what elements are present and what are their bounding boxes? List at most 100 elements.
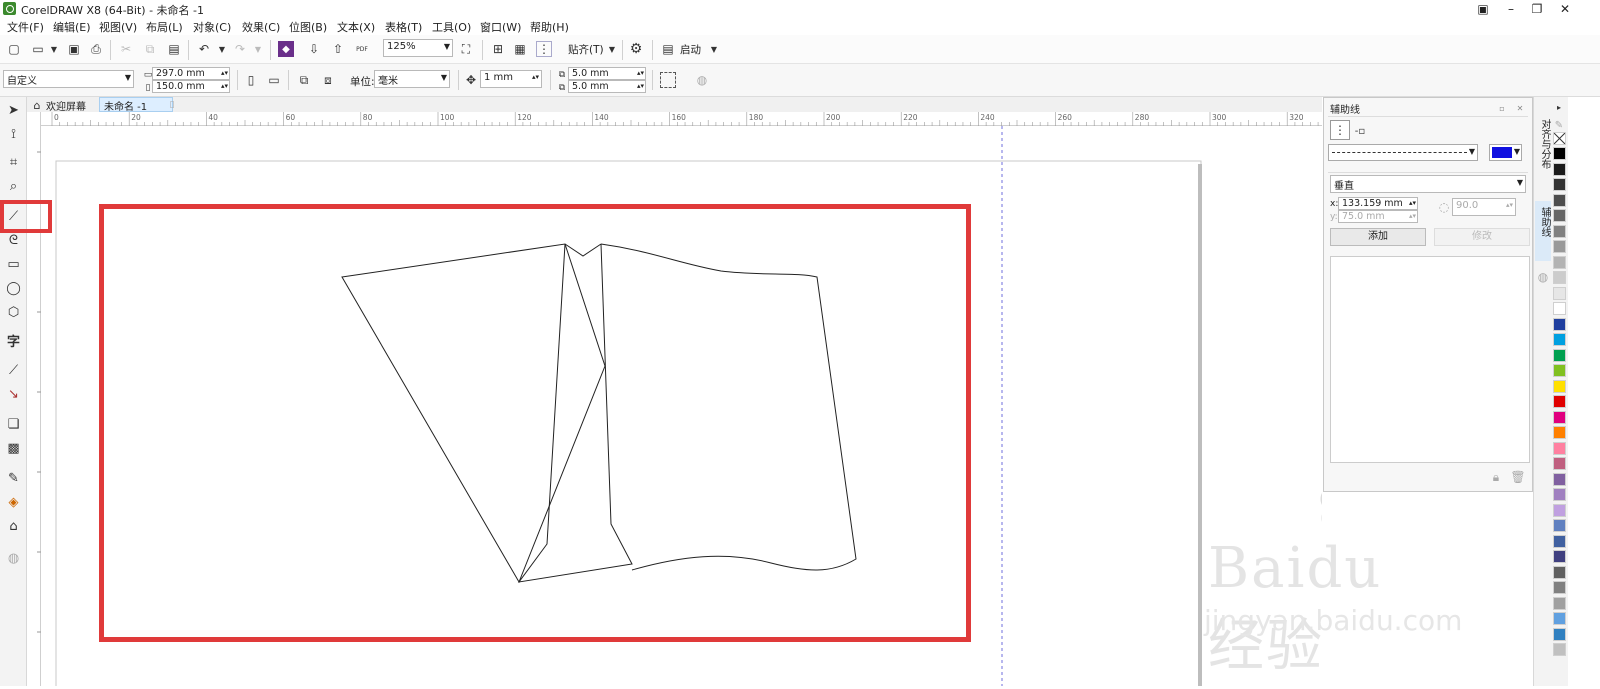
tab-welcome-screen[interactable]: 欢迎屏幕	[46, 98, 86, 113]
color-swatch[interactable]	[1553, 410, 1566, 424]
close-button[interactable]: ✕	[1552, 0, 1578, 18]
drawing-canvas[interactable]: Baidu经验 jingyan.baidu.com	[41, 126, 1462, 689]
portrait-icon[interactable]: ▯	[243, 72, 259, 88]
landscape-icon[interactable]: ▭	[266, 72, 282, 88]
color-swatch[interactable]	[1553, 503, 1566, 517]
color-swatch[interactable]	[1553, 255, 1566, 269]
text-tool-icon[interactable]: 字	[4, 331, 23, 350]
color-swatch[interactable]	[1553, 534, 1566, 548]
guide-angle-field[interactable]: 90.0 ▴▾	[1452, 198, 1516, 216]
guide-y-field[interactable]: 75.0 mm ▴▾	[1338, 210, 1418, 223]
transparency-icon[interactable]: ▩	[4, 439, 23, 458]
launch-label[interactable]: 启动	[680, 42, 701, 57]
current-page-icon[interactable]: ⧈	[320, 72, 336, 88]
color-swatch[interactable]	[1553, 193, 1566, 207]
snap-dropdown-icon[interactable]: ▼	[604, 41, 620, 57]
publish-pdf-icon[interactable]: PDF	[354, 41, 370, 57]
color-swatch[interactable]	[1553, 224, 1566, 238]
duplicate-distance-x-field[interactable]: 5.0 mm ▴▾	[568, 67, 646, 80]
color-swatch[interactable]	[1553, 581, 1566, 594]
color-swatch[interactable]	[1553, 472, 1566, 486]
line-style-combo[interactable]: ▼	[1328, 144, 1478, 161]
launch-dropdown-icon[interactable]: ▼	[706, 41, 722, 57]
color-swatch[interactable]	[1553, 364, 1566, 377]
color-swatch[interactable]	[1553, 627, 1566, 641]
menu-tools[interactable]: 工具(O)	[432, 19, 471, 35]
treat-as-filled-icon[interactable]	[660, 72, 676, 88]
quick-customize-icon[interactable]: ◍	[694, 72, 710, 88]
color-swatch[interactable]	[1553, 426, 1566, 439]
units-combo[interactable]: 毫米 ▼	[374, 70, 450, 88]
color-swatch[interactable]	[1553, 147, 1566, 160]
minimize-button[interactable]: –	[1498, 0, 1524, 18]
no-color-swatch[interactable]	[1553, 132, 1566, 145]
color-swatch[interactable]	[1553, 519, 1566, 532]
add-guide-button[interactable]: 添加	[1330, 228, 1426, 246]
options-gear-icon[interactable]: ⚙	[628, 41, 644, 57]
color-swatch[interactable]	[1553, 441, 1566, 455]
zoom-tool-icon[interactable]: ⌕	[4, 177, 23, 196]
polygon-tool-icon[interactable]: ⬡	[4, 303, 23, 322]
show-grid-icon[interactable]: ▦	[512, 41, 528, 57]
ellipse-tool-icon[interactable]: ◯	[4, 279, 23, 298]
interactive-fill-icon[interactable]: ◈	[4, 493, 23, 512]
color-swatch[interactable]	[1553, 550, 1566, 563]
color-swatch[interactable]	[1553, 178, 1566, 191]
menu-file[interactable]: 文件(F)	[7, 19, 44, 35]
redo-dropdown-icon[interactable]: ▼	[250, 41, 266, 57]
guide-type-icon[interactable]: ⋮	[1330, 120, 1350, 140]
guide-snap-icon[interactable]: -▫	[1352, 123, 1368, 139]
paste-icon[interactable]: ▤	[166, 41, 182, 57]
duplicate-distance-y-field[interactable]: 5.0 mm ▴▾	[568, 80, 646, 93]
menu-object[interactable]: 对象(C)	[193, 19, 231, 35]
artistic-media-icon[interactable]: ᘓ	[4, 231, 23, 250]
snap-to-menu[interactable]: 贴齐(T)	[568, 42, 604, 57]
color-swatch[interactable]	[1553, 612, 1566, 625]
lock-guide-icon[interactable]: 🔒︎	[1488, 469, 1504, 485]
eyedropper-icon[interactable]: ✎	[4, 469, 23, 488]
new-document-icon[interactable]: ▢	[6, 41, 22, 57]
color-swatch[interactable]	[1553, 565, 1566, 579]
color-swatch[interactable]	[1553, 457, 1566, 470]
menu-bitmaps[interactable]: 位图(B)	[289, 19, 327, 35]
shape-tool-icon[interactable]: ⟟	[4, 125, 23, 144]
guide-orientation-combo[interactable]: 垂直 ▼	[1330, 175, 1526, 193]
search-content-icon[interactable]: ◆	[278, 41, 294, 57]
smart-fill-icon[interactable]: ⌂	[4, 517, 23, 536]
open-dropdown-icon[interactable]: ▼	[46, 41, 62, 57]
color-swatch[interactable]	[1553, 333, 1566, 346]
parallel-dimension-icon[interactable]: ⟋	[4, 361, 23, 380]
color-swatch[interactable]	[1553, 271, 1566, 284]
save-icon[interactable]: ▣	[66, 41, 82, 57]
menu-text[interactable]: 文本(X)	[337, 19, 375, 35]
customize-toolbox-icon[interactable]: ◍	[4, 549, 23, 568]
nudge-distance-field[interactable]: 1 mm ▴▾	[480, 70, 542, 88]
guide-x-field[interactable]: 133.159 mm ▴▾	[1338, 197, 1418, 210]
restore-button[interactable]: ❐	[1524, 0, 1550, 18]
full-screen-preview-icon[interactable]: ⛶	[458, 41, 474, 57]
menu-help[interactable]: 帮助(H)	[530, 19, 569, 35]
color-swatch[interactable]	[1553, 302, 1566, 315]
color-swatch[interactable]	[1553, 488, 1566, 501]
menu-effects[interactable]: 效果(C)	[242, 19, 280, 35]
palette-scroll-up-icon[interactable]: ▸	[1551, 99, 1567, 115]
export-icon[interactable]: ⇧	[330, 41, 346, 57]
palette-eyedropper-icon[interactable]: ✎	[1551, 117, 1567, 133]
crop-tool-icon[interactable]: ⌗	[4, 153, 23, 172]
page-width-field[interactable]: 297.0 mm ▴▾	[152, 67, 230, 80]
copy-icon[interactable]: ⧉	[142, 41, 158, 57]
menu-edit[interactable]: 编辑(E)	[53, 19, 91, 35]
guide-color-picker[interactable]: ▼	[1489, 144, 1522, 161]
all-pages-icon[interactable]: ⧉	[296, 72, 312, 88]
import-icon[interactable]: ⇩	[306, 41, 322, 57]
guides-list[interactable]	[1330, 256, 1530, 463]
menu-view[interactable]: 视图(V)	[99, 19, 137, 35]
color-swatch[interactable]	[1553, 379, 1566, 393]
color-swatch[interactable]	[1553, 209, 1566, 222]
docker-pin-icon[interactable]: ▫	[1494, 100, 1510, 116]
tab-align-distribute[interactable]: 对齐与分布	[1535, 117, 1551, 197]
color-swatch[interactable]	[1553, 286, 1566, 300]
rectangle-tool-icon[interactable]: ▭	[4, 255, 23, 274]
undo-dropdown-icon[interactable]: ▼	[214, 41, 230, 57]
menu-table[interactable]: 表格(T)	[385, 19, 422, 35]
